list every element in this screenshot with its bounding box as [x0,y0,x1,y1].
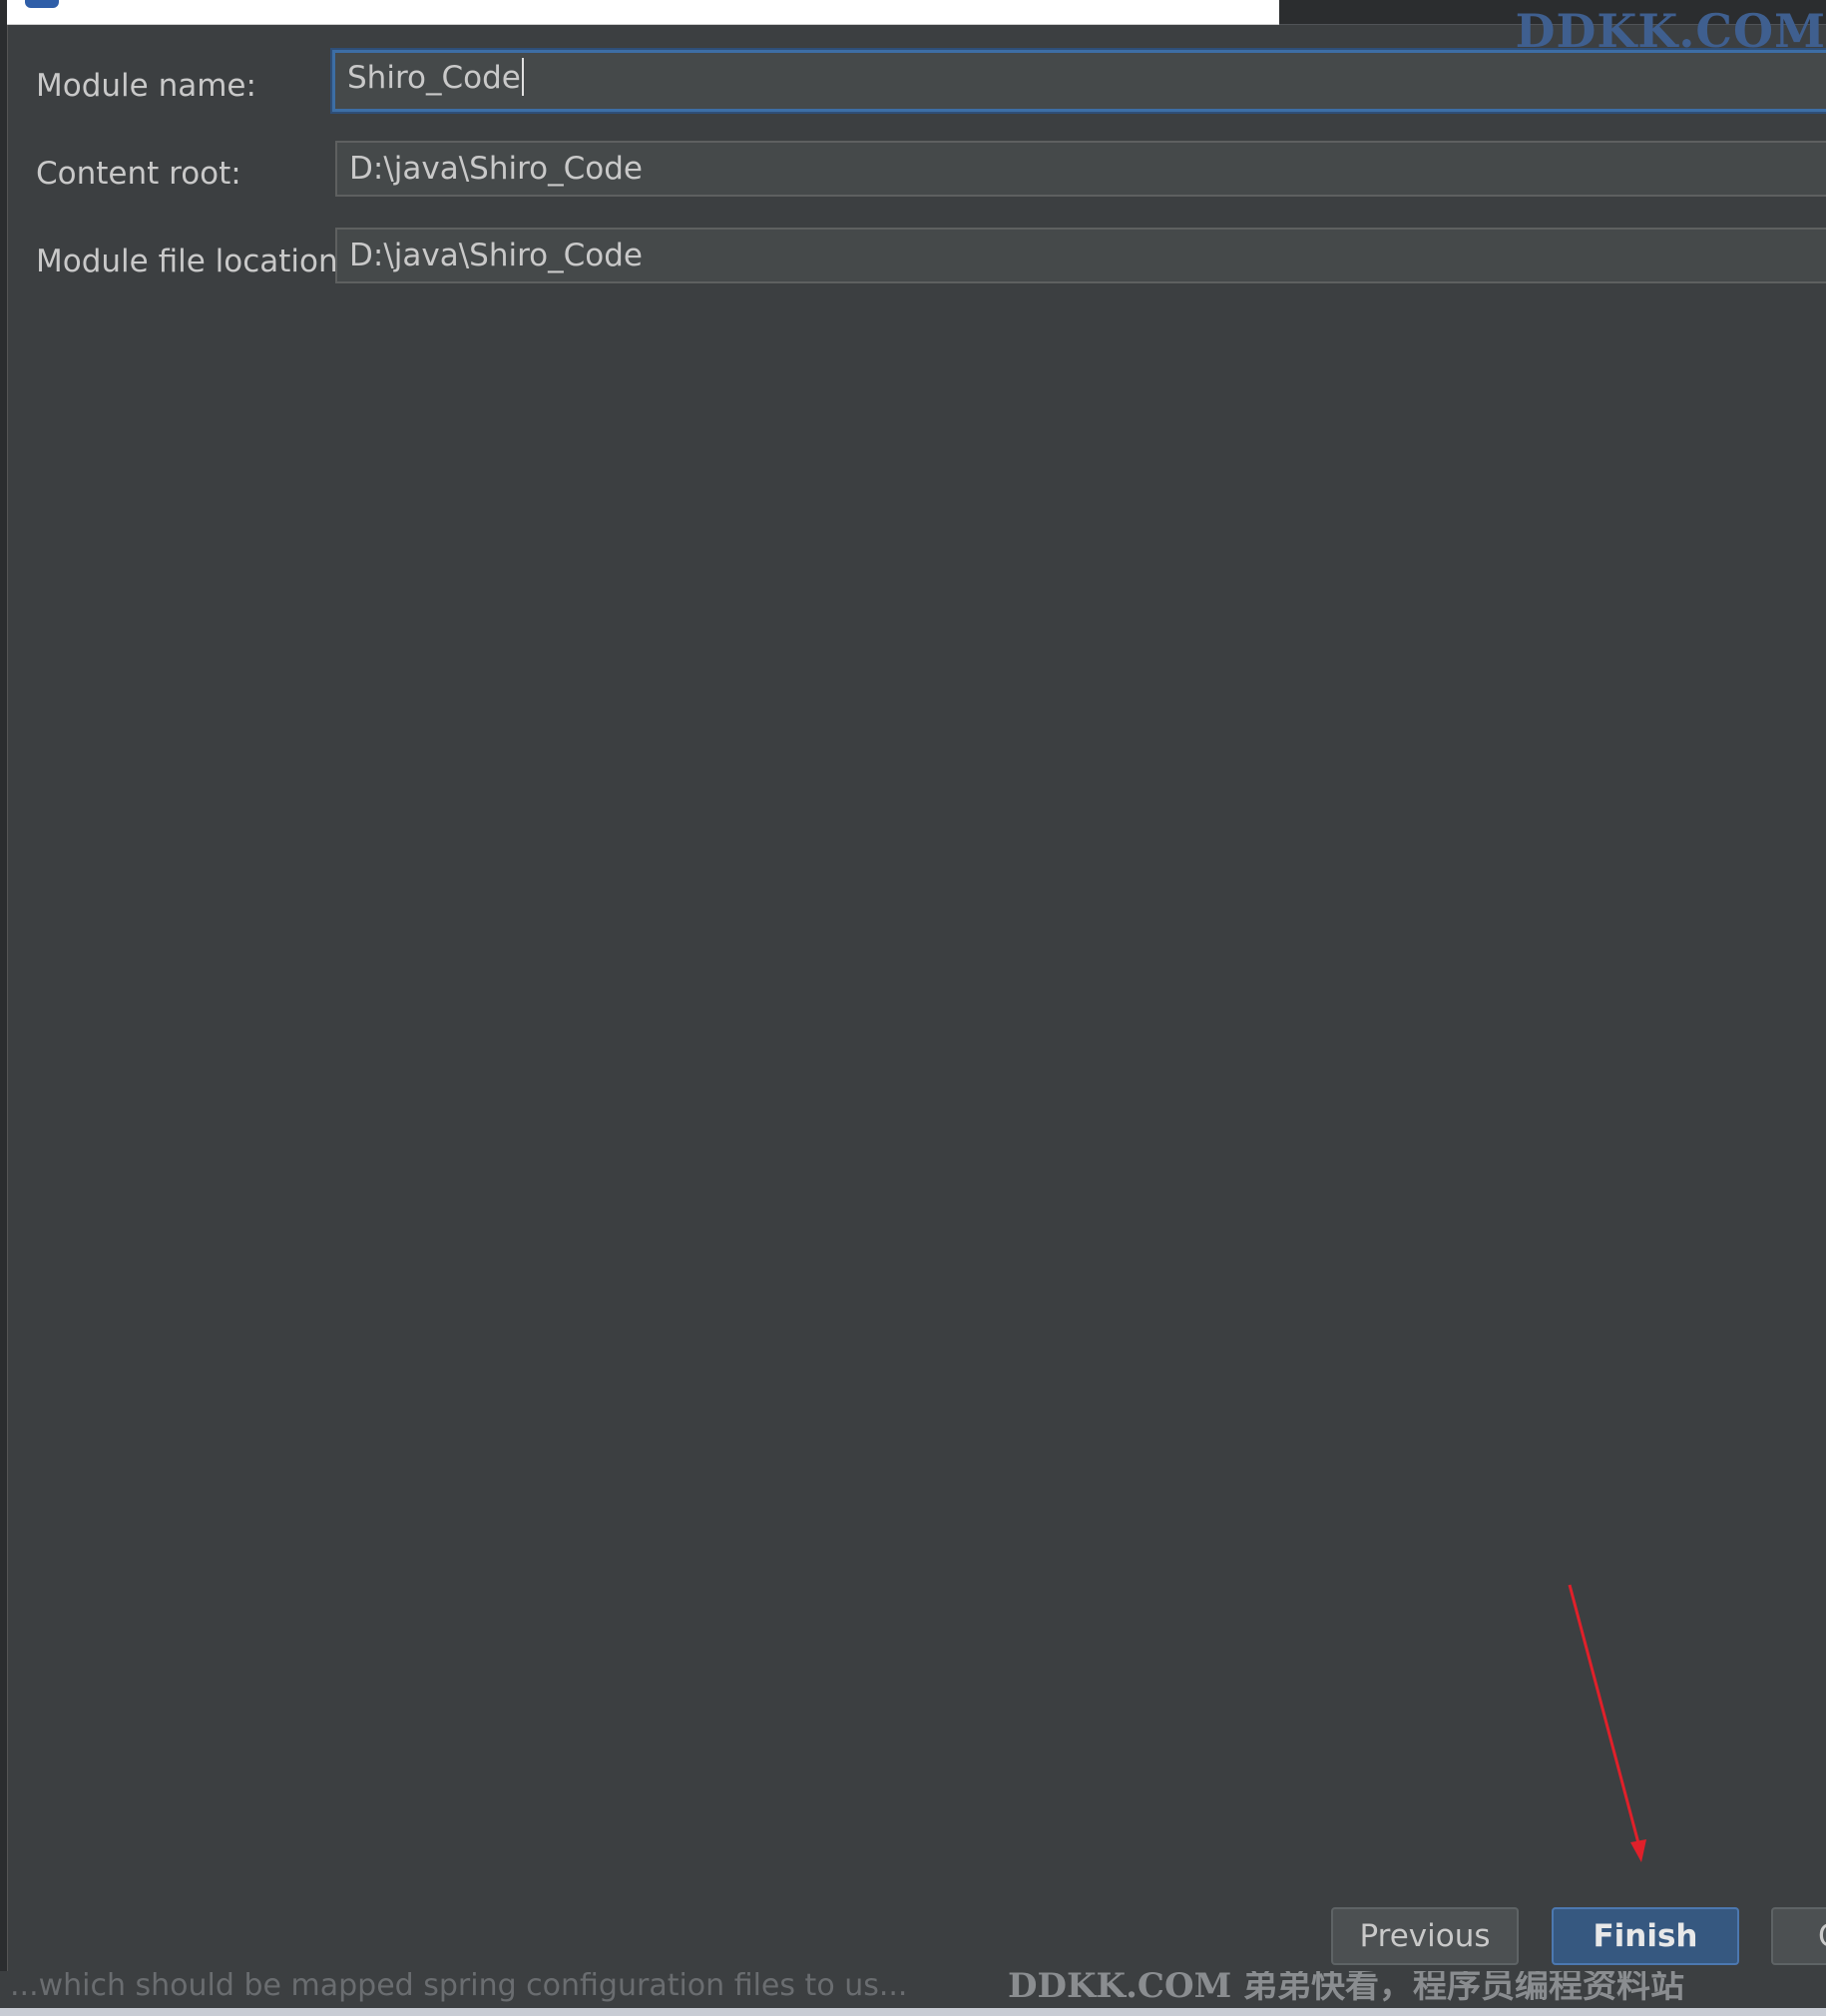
module-name-value: Shiro_Code [347,60,521,96]
annotation-arrow-line [1568,1584,1643,1855]
status-text: ...which should be mapped spring configu… [10,1971,908,2003]
taskbar-edge [0,2008,1826,2016]
module-name-input[interactable]: Shiro_Code [332,50,1826,112]
watermark-bottom: DDKK.COM 弟弟快看，程序员编程资料站 [1008,1971,1685,2006]
annotation-arrow-head [1630,1839,1646,1862]
module-file-location-input[interactable]: D:\java\Shiro_Code [335,228,1826,283]
new-module-dialog: DDKK.COM Module name: Shiro_Code Content… [0,0,1826,2016]
ide-background-strip [0,0,8,2016]
annotation-arrow [1568,1584,1646,1862]
cancel-button[interactable]: C [1771,1907,1826,1965]
text-caret [521,57,524,96]
module-file-location-label: Module file location: [36,244,349,279]
content-root-value: D:\java\Shiro_Code [349,151,643,187]
finish-button[interactable]: Finish [1552,1907,1739,1965]
content-root-input[interactable]: D:\java\Shiro_Code [335,141,1826,197]
module-file-location-value: D:\java\Shiro_Code [349,238,643,273]
intellij-app-icon [25,0,59,8]
previous-button[interactable]: Previous [1331,1907,1519,1965]
dialog-title-bar [7,0,1279,25]
content-root-label: Content root: [36,156,241,192]
ide-top-strip: DDKK.COM [1279,0,1826,54]
module-name-label: Module name: [36,68,256,104]
watermark-top: DDKK.COM [1515,4,1826,58]
